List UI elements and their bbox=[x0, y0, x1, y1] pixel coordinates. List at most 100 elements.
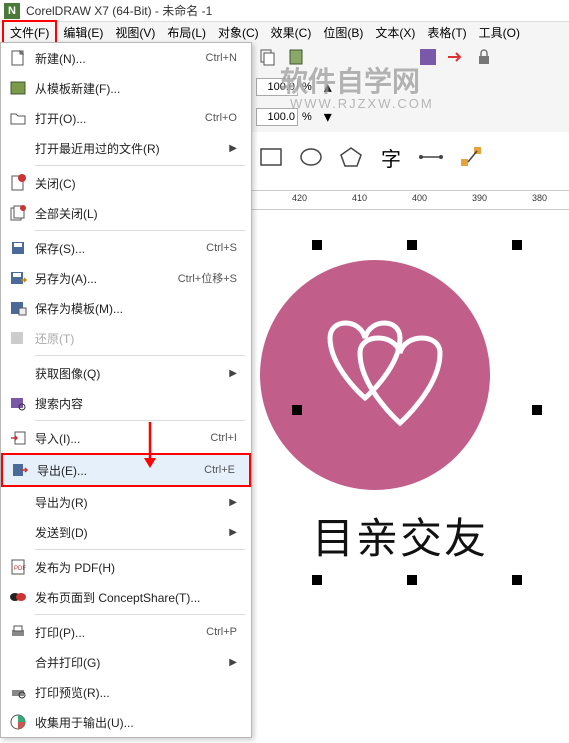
menu-save-template[interactable]: 保存为模板(M)... bbox=[1, 293, 251, 323]
menu-text[interactable]: 文本(X) bbox=[369, 22, 421, 43]
separator bbox=[35, 549, 245, 550]
ellipse-tool-icon[interactable] bbox=[298, 144, 324, 170]
file-menu-dropdown: 新建(N)... Ctrl+N 从模板新建(F)... 打开(O)... Ctr… bbox=[0, 42, 252, 738]
menu-pdf[interactable]: PDF 发布为 PDF(H) bbox=[1, 552, 251, 582]
menu-label: 发布为 PDF(H) bbox=[35, 559, 243, 576]
menu-label: 打印预览(R)... bbox=[35, 684, 243, 701]
selection-handle[interactable] bbox=[512, 240, 522, 250]
menu-label: 全部关闭(L) bbox=[35, 205, 243, 222]
shape-tools-row: 字 bbox=[252, 138, 490, 176]
menu-effects[interactable]: 效果(C) bbox=[265, 22, 318, 43]
menu-import[interactable]: 导入(I)... Ctrl+I bbox=[1, 423, 251, 453]
horizontal-ruler: 420 410 400 390 380 bbox=[252, 190, 569, 210]
menu-label: 发布页面到 ConceptShare(T)... bbox=[35, 589, 243, 606]
percent-label: % bbox=[302, 81, 312, 93]
save-icon bbox=[1, 240, 35, 256]
menu-save[interactable]: 保存(S)... Ctrl+S bbox=[1, 233, 251, 263]
menu-label: 还原(T) bbox=[35, 330, 243, 347]
scale-x-input[interactable] bbox=[256, 78, 298, 96]
menu-close[interactable]: 关闭(C) bbox=[1, 168, 251, 198]
search-content-icon bbox=[1, 394, 35, 412]
close-doc-icon bbox=[1, 174, 35, 192]
submenu-arrow-icon: ▶ bbox=[229, 368, 243, 379]
canvas[interactable]: 目亲交友 bbox=[252, 210, 569, 743]
menu-label: 导出(E)... bbox=[37, 462, 204, 479]
menu-conceptshare[interactable]: 发布页面到 ConceptShare(T)... bbox=[1, 582, 251, 612]
menu-label: 另存为(A)... bbox=[35, 270, 178, 287]
ruler-tick: 400 bbox=[412, 193, 427, 203]
menu-label: 发送到(D) bbox=[35, 524, 229, 541]
menu-revert: 还原(T) bbox=[1, 323, 251, 353]
menu-tools[interactable]: 工具(O) bbox=[473, 22, 526, 43]
menu-label: 合并打印(G) bbox=[35, 654, 229, 671]
collect-icon bbox=[1, 713, 35, 731]
import-icon bbox=[1, 430, 35, 446]
rectangle-tool-icon[interactable] bbox=[258, 144, 284, 170]
menu-bitmap[interactable]: 位图(B) bbox=[317, 22, 369, 43]
menu-close-all[interactable]: 全部关闭(L) bbox=[1, 198, 251, 228]
menu-new[interactable]: 新建(N)... Ctrl+N bbox=[1, 43, 251, 73]
title-bar: N CorelDRAW X7 (64-Bit) - 未命名 -1 bbox=[0, 0, 569, 22]
menu-file[interactable]: 文件(F) bbox=[2, 20, 57, 45]
menu-edit[interactable]: 编辑(E) bbox=[57, 22, 109, 43]
menu-label: 导入(I)... bbox=[35, 430, 210, 447]
logo-text[interactable]: 目亲交友 bbox=[260, 505, 540, 566]
menu-from-template[interactable]: 从模板新建(F)... bbox=[1, 73, 251, 103]
menu-collect[interactable]: 收集用于输出(U)... bbox=[1, 707, 251, 737]
selection-handle[interactable] bbox=[312, 240, 322, 250]
connector-tool-icon[interactable] bbox=[458, 144, 484, 170]
menu-export[interactable]: 导出(E)... Ctrl+E bbox=[1, 453, 251, 487]
submenu-arrow-icon: ▶ bbox=[229, 143, 243, 154]
shortcut: Ctrl+N bbox=[206, 52, 243, 64]
logo-circle-shape[interactable] bbox=[260, 260, 490, 490]
lock-icon[interactable] bbox=[472, 45, 496, 69]
menu-recent[interactable]: 打开最近用过的文件(R) ▶ bbox=[1, 133, 251, 163]
menu-label: 关闭(C) bbox=[35, 175, 243, 192]
selection-handle[interactable] bbox=[292, 405, 302, 415]
polygon-tool-icon[interactable] bbox=[338, 144, 364, 170]
menu-layout[interactable]: 布局(L) bbox=[161, 22, 212, 43]
menu-merge-print[interactable]: 合并打印(G) ▶ bbox=[1, 647, 251, 677]
selection-handle[interactable] bbox=[512, 575, 522, 585]
dimension-tool-icon[interactable] bbox=[418, 144, 444, 170]
app-logo-icon: N bbox=[4, 3, 20, 19]
menu-send-to[interactable]: 发送到(D) ▶ bbox=[1, 517, 251, 547]
save-as-icon bbox=[1, 270, 35, 286]
selection-handle[interactable] bbox=[312, 575, 322, 585]
shortcut: Ctrl+P bbox=[206, 626, 243, 638]
hearts-icon bbox=[285, 298, 465, 453]
stepper-icon-2[interactable]: ▾ bbox=[316, 105, 340, 129]
print-preview-icon bbox=[1, 684, 35, 700]
fill-icon[interactable] bbox=[416, 45, 440, 69]
toolbar-area: % ▴ % ▾ bbox=[252, 42, 569, 132]
copy-icon[interactable] bbox=[256, 45, 280, 69]
menu-open[interactable]: 打开(O)... Ctrl+O bbox=[1, 103, 251, 133]
menu-object[interactable]: 对象(C) bbox=[212, 22, 265, 43]
revert-icon bbox=[1, 330, 35, 346]
menu-save-as[interactable]: 另存为(A)... Ctrl+位移+S bbox=[1, 263, 251, 293]
menu-print-preview[interactable]: 打印预览(R)... bbox=[1, 677, 251, 707]
menu-view[interactable]: 视图(V) bbox=[109, 22, 161, 43]
menu-label: 打印(P)... bbox=[35, 624, 206, 641]
new-doc-icon bbox=[1, 49, 35, 67]
menu-export-as[interactable]: 导出为(R) ▶ bbox=[1, 487, 251, 517]
selection-handle[interactable] bbox=[407, 575, 417, 585]
paste-icon[interactable] bbox=[284, 45, 308, 69]
selection-handle[interactable] bbox=[407, 240, 417, 250]
menu-label: 新建(N)... bbox=[35, 50, 206, 67]
menu-acquire[interactable]: 获取图像(Q) ▶ bbox=[1, 358, 251, 388]
selection-handle[interactable] bbox=[532, 405, 542, 415]
menu-bar: 文件(F) 编辑(E) 视图(V) 布局(L) 对象(C) 效果(C) 位图(B… bbox=[0, 22, 569, 42]
submenu-arrow-icon: ▶ bbox=[229, 527, 243, 538]
text-tool-icon[interactable]: 字 bbox=[378, 144, 404, 170]
arrow-red-icon[interactable] bbox=[444, 45, 468, 69]
stepper-icon[interactable]: ▴ bbox=[316, 75, 340, 99]
scale-y-input[interactable] bbox=[256, 108, 298, 126]
submenu-arrow-icon: ▶ bbox=[229, 497, 243, 508]
menu-print[interactable]: 打印(P)... Ctrl+P bbox=[1, 617, 251, 647]
template-icon bbox=[1, 79, 35, 97]
menu-label: 从模板新建(F)... bbox=[35, 80, 243, 97]
menu-search[interactable]: 搜索内容 bbox=[1, 388, 251, 418]
shortcut: Ctrl+I bbox=[210, 432, 243, 444]
menu-table[interactable]: 表格(T) bbox=[421, 22, 472, 43]
